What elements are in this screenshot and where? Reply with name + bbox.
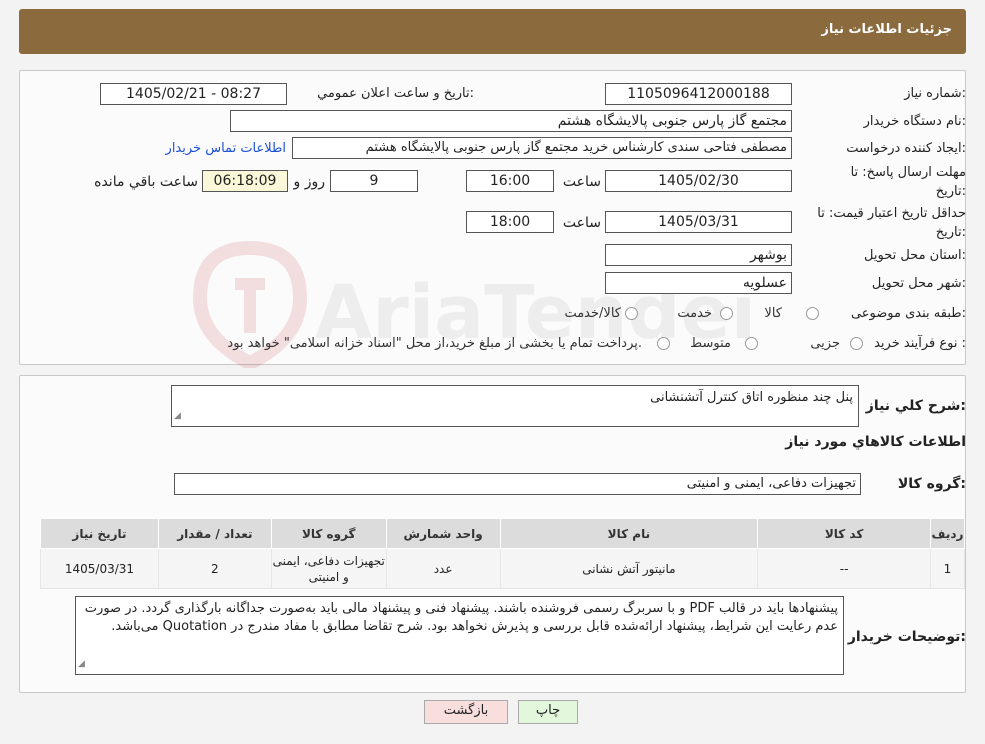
deadline-date-field: 1405/02/30 — [605, 170, 792, 192]
category-service-radio[interactable] — [720, 307, 733, 320]
days-label: روز و — [293, 174, 326, 190]
items-title: اطلاعات کالاهاي مورد نیاز — [785, 434, 966, 450]
announce-datetime-field: 1405/02/21 - 08:27 — [100, 83, 287, 105]
process-type-label: نوع فرآیند خرید : — [874, 336, 966, 351]
category-goods-radio[interactable] — [806, 307, 819, 320]
city-field: عسلویه — [605, 272, 792, 294]
print-button[interactable]: چاپ — [518, 700, 578, 724]
buyer-notes-label: توضیحات خریدار: — [847, 629, 966, 645]
cell-goods-code: -- — [757, 548, 931, 589]
days-remaining-field: 9 — [330, 170, 418, 192]
summary-text: پنل چند منظوره اتاق کنترل آتشنشانی — [650, 390, 853, 405]
time-remaining-label: ساعت باقي مانده — [94, 174, 198, 190]
page-header: جزئیات اطلاعات نیاز — [19, 9, 966, 54]
deadline-label: مهلت ارسال پاسخ: تا — [850, 165, 966, 180]
category-goods-service-option: کالا/خدمت — [564, 306, 621, 321]
treasury-payment-checkbox[interactable] — [657, 337, 670, 350]
buyer-notes-text: پیشنهادها باید در قالب PDF و با سربرگ رس… — [84, 601, 838, 634]
deadline-label-2: تاریخ: — [935, 184, 966, 199]
resize-grip-icon[interactable]: ◢ — [174, 407, 181, 425]
announce-datetime-label: تاریخ و ساعت اعلان عمومي: — [317, 86, 474, 101]
need-number-field: 1105096412000188 — [605, 83, 792, 105]
cell-need-date: 1405/03/31 — [40, 548, 159, 589]
col-row-number: ردیف — [929, 518, 966, 549]
requester-label: ایجاد کننده درخواست: — [846, 141, 966, 156]
need-number-label: شماره نیاز: — [904, 86, 966, 101]
requester-field: مصطفی فتاحی سندی کارشناس خرید مجتمع گاز … — [292, 137, 792, 159]
buyer-org-label: نام دستگاه خریدار: — [863, 114, 966, 129]
cell-quantity: 2 — [157, 548, 272, 589]
treasury-payment-note: پرداخت تمام یا بخشی از مبلغ خرید،از محل … — [227, 336, 642, 351]
goods-group-label: گروه کالا: — [897, 476, 966, 492]
page-title: جزئیات اطلاعات نیاز — [821, 22, 952, 37]
process-minor-option: جزیی — [810, 336, 840, 351]
validity-label: حداقل تاریخ اعتبار قیمت: تا — [817, 206, 966, 221]
col-quantity: تعداد / مقدار — [157, 518, 272, 549]
category-service-option: خدمت — [677, 306, 712, 321]
buyer-org-field: مجتمع گاز پارس جنوبی پالایشگاه هشتم — [230, 110, 792, 132]
deadline-time-field: 16:00 — [466, 170, 554, 192]
col-need-date: تاریخ نیاز — [40, 518, 159, 549]
cell-goods-name: مانیتور آتش نشانی — [499, 548, 759, 589]
col-unit: واحد شمارش — [385, 518, 501, 549]
process-minor-radio[interactable] — [850, 337, 863, 350]
category-goods-option: کالا — [764, 306, 782, 321]
process-medium-option: متوسط — [690, 336, 731, 351]
deadline-time-label: ساعت — [562, 174, 601, 190]
validity-label-2: تاریخ: — [935, 225, 966, 240]
category-label: طبقه بندی موضوعی: — [850, 306, 966, 321]
resize-grip-icon[interactable]: ◢ — [78, 655, 85, 673]
process-medium-radio[interactable] — [745, 337, 758, 350]
cell-goods-group: تجهیزات دفاعی، ایمنی و امنیتی — [270, 548, 387, 589]
province-label: استان محل تحویل: — [864, 248, 966, 263]
city-label: شهر محل تحویل: — [871, 276, 966, 291]
validity-date-field: 1405/03/31 — [605, 211, 792, 233]
category-goods-service-radio[interactable] — [625, 307, 638, 320]
summary-label: شرح کلي نیاز: — [865, 398, 966, 414]
col-goods-group: گروه کالا — [270, 518, 387, 549]
back-button[interactable]: بازگشت — [424, 700, 508, 724]
table-header-row: تاریخ نیاز تعداد / مقدار گروه کالا واحد … — [40, 518, 966, 549]
validity-time-label: ساعت — [562, 215, 601, 231]
buyer-contact-link[interactable]: اطلاعات تماس خریدار — [166, 141, 286, 156]
col-goods-code: کد کالا — [757, 518, 931, 549]
validity-time-field: 18:00 — [466, 211, 554, 233]
cell-unit: عدد — [385, 548, 501, 589]
goods-group-field: تجهیزات دفاعی، ایمنی و امنیتی — [174, 473, 861, 495]
items-table: تاریخ نیاز تعداد / مقدار گروه کالا واحد … — [40, 518, 966, 589]
buyer-notes-field: پیشنهادها باید در قالب PDF و با سربرگ رس… — [75, 596, 844, 675]
col-goods-name: نام کالا — [499, 518, 759, 549]
table-row: 1405/03/31 2 تجهیزات دفاعی، ایمنی و امنی… — [40, 548, 966, 589]
summary-field: پنل چند منظوره اتاق کنترل آتشنشانی ◢ — [171, 385, 859, 427]
cell-row-number: 1 — [929, 548, 966, 589]
province-field: بوشهر — [605, 244, 792, 266]
time-remaining-field: 06:18:09 — [202, 170, 288, 192]
